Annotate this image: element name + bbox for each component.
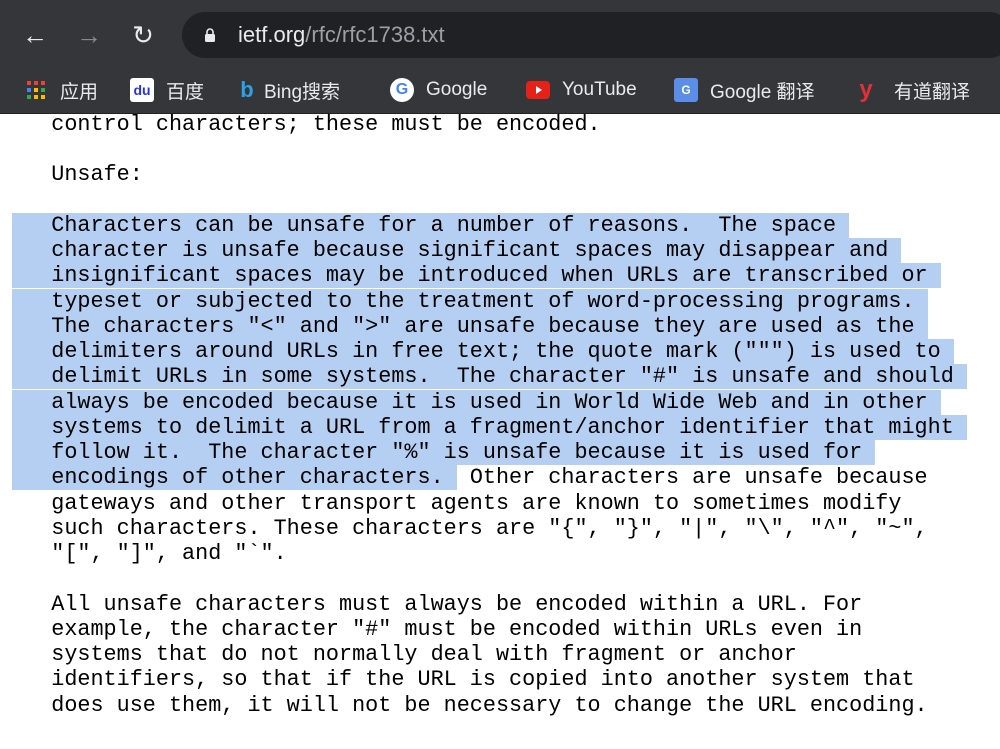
text-line (12, 566, 967, 591)
line-text: "[", "]", and "`". (12, 541, 287, 567)
bookmark-label: 百度 (166, 81, 205, 103)
line-text: control characters; these must be encode… (12, 111, 601, 137)
google-translate-icon: G (674, 78, 698, 102)
youdao-icon: y (859, 76, 873, 103)
apps-grid-icon (24, 78, 48, 102)
text-line: gateways and other transport agents are … (12, 491, 967, 516)
text-line: follow it. The character "%" is unsafe b… (12, 440, 967, 466)
line-text: systems that do not normally deal with f… (12, 642, 797, 668)
selected-text: systems to delimit a URL from a fragment… (12, 414, 967, 440)
line-text: such characters. These characters are "{… (12, 515, 928, 541)
bookmark-google[interactable]: G Google (390, 78, 487, 102)
google-icon: G (390, 78, 414, 102)
selected-text: insignificant spaces may be introduced w… (12, 263, 941, 289)
url-text: ietf.org/rfc/rfc1738.txt (238, 22, 445, 47)
text-line: "[", "]", and "`". (12, 541, 967, 566)
text-line: Unsafe: (12, 162, 967, 187)
bookmark-bing[interactable]: b Bing搜索 (240, 77, 341, 103)
text-line: systems that do not normally deal with f… (12, 642, 967, 667)
text-line: delimiters around URLs in free text; the… (12, 339, 967, 365)
bookmark-label: 有道翻译 (894, 81, 971, 103)
selected-text: encodings of other characters. (12, 465, 457, 491)
text-line: All unsafe characters must always be enc… (12, 592, 967, 617)
text-line: such characters. These characters are "{… (12, 516, 967, 541)
text-line: example, the character "#" must be encod… (12, 617, 967, 642)
line-text: All unsafe characters must always be enc… (12, 591, 863, 617)
selected-text: character is unsafe because significant … (12, 238, 902, 264)
text-line (12, 188, 967, 213)
bookmark-apps[interactable]: 应用 (24, 78, 99, 103)
selected-text: The characters "<" and ">" are unsafe be… (12, 313, 928, 339)
bookmark-label: YouTube (562, 79, 637, 100)
text-line: The characters "<" and ">" are unsafe be… (12, 313, 967, 339)
selected-text: always be encoded because it is used in … (12, 389, 941, 415)
bookmark-youdao[interactable]: y 有道翻译 (858, 76, 971, 103)
line-text: Unsafe: (12, 162, 143, 188)
selected-text: typeset or subjected to the treatment of… (12, 288, 928, 314)
bookmark-label: Bing搜索 (264, 81, 341, 103)
text-line: character is unsafe because significant … (12, 238, 967, 264)
bookmark-label: 应用 (60, 81, 99, 103)
line-text: Other characters are unsafe because (456, 465, 928, 491)
text-line: systems to delimit a URL from a fragment… (12, 414, 967, 440)
text-line: insignificant spaces may be introduced w… (12, 263, 967, 289)
address-bar[interactable]: ietf.org/rfc/rfc1738.txt (182, 12, 1000, 58)
back-button[interactable]: ← (20, 20, 50, 50)
text-line: control characters; these must be encode… (12, 112, 967, 137)
text-line (12, 137, 967, 162)
browser-toolbar: ← → ↻ ietf.org/rfc/rfc1738.txt (0, 0, 1000, 68)
selected-text: delimiters around URLs in free text; the… (12, 339, 954, 365)
lock-icon (205, 28, 215, 42)
bing-icon: b (240, 77, 254, 102)
selected-text: follow it. The character "%" is unsafe b… (12, 440, 876, 466)
baidu-icon: du (130, 78, 154, 102)
youtube-icon (526, 78, 550, 102)
text-line: typeset or subjected to the treatment of… (12, 288, 967, 314)
line-text: example, the character "#" must be encod… (12, 616, 863, 642)
rfc-text: control characters; these must be encode… (12, 112, 967, 718)
line-text: does use them, it will not be necessary … (12, 692, 928, 718)
bookmark-google-translate[interactable]: G Google 翻译 (674, 78, 815, 103)
line-text: gateways and other transport agents are … (12, 490, 902, 516)
selected-text: Characters can be unsafe for a number of… (12, 212, 850, 238)
bookmark-baidu[interactable]: du 百度 (130, 78, 205, 103)
line-text: identifiers, so that if the URL is copie… (12, 667, 915, 693)
text-line: delimit URLs in some systems. The charac… (12, 364, 967, 390)
selected-text: delimit URLs in some systems. The charac… (12, 364, 967, 390)
text-line: identifiers, so that if the URL is copie… (12, 667, 967, 692)
bookmark-label: Google 翻译 (710, 81, 815, 103)
bookmark-youtube[interactable]: YouTube (526, 78, 637, 102)
forward-button[interactable]: → (74, 20, 104, 50)
text-line: encodings of other characters. Other cha… (12, 465, 967, 491)
text-line: Characters can be unsafe for a number of… (12, 212, 967, 238)
text-line: always be encoded because it is used in … (12, 389, 967, 415)
reload-button[interactable]: ↻ (128, 20, 158, 50)
text-line: does use them, it will not be necessary … (12, 693, 967, 718)
bookmark-label: Google (426, 79, 488, 100)
